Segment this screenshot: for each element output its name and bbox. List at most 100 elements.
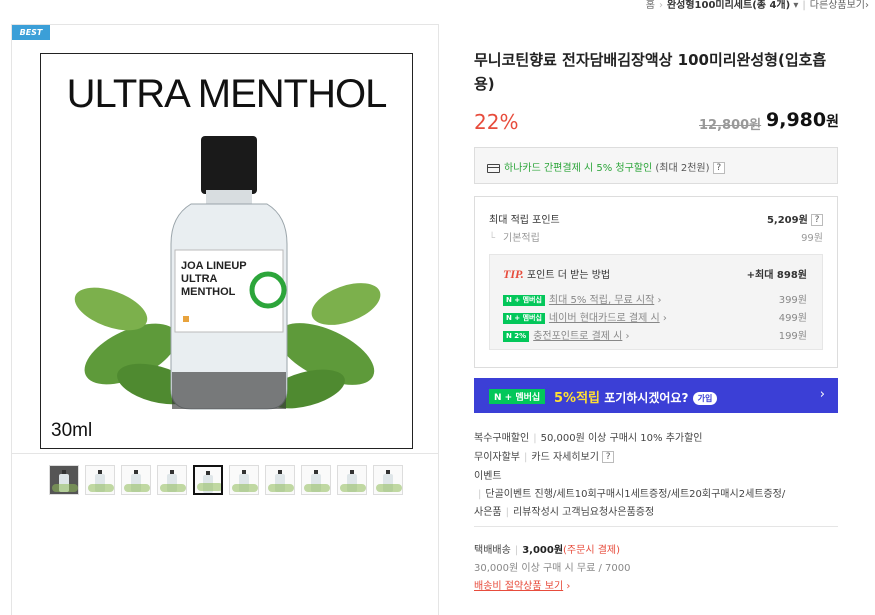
thumbnail-leaf: [160, 484, 186, 492]
interest-free-label: 무이자할부: [474, 452, 520, 463]
interest-free-row: 무이자할부 | 카드 자세히보기 ?: [474, 448, 615, 463]
shipping-saver-row: 배송비 절약상품 보기 ›: [474, 577, 570, 592]
gift-label: 사은품: [474, 507, 502, 518]
thumbnail-6[interactable]: [229, 465, 259, 495]
card-details-link[interactable]: 카드 자세히보기: [531, 452, 599, 463]
divider: [474, 526, 838, 527]
breadcrumb-home[interactable]: 홈: [646, 0, 655, 11]
sale-price-unit: 원: [826, 114, 839, 130]
banner-message: 포기하시겠어요?: [604, 391, 689, 405]
points-tip-amount: 499원: [778, 313, 807, 324]
bulk-discount-value: 50,000원 이상 구매시 10% 추가할인: [540, 433, 703, 444]
card-promo-box: 하나카드 간편결제 시 5% 청구할인 (최대 2천원) ?: [474, 147, 838, 184]
credit-card-icon: [487, 163, 500, 173]
bulk-discount-label: 복수구매할인: [474, 433, 530, 444]
points-tip-link[interactable]: 네이버 현대카드로 결제 시: [549, 313, 660, 324]
thumbnail-3[interactable]: [121, 465, 151, 495]
bottle-label-line2: MENTHOL: [181, 286, 236, 298]
tip-heading: TIP. 포인트 더 받는 방법: [503, 266, 610, 282]
naver-badge: N + 멤버십: [503, 294, 545, 306]
image-size: 30ml: [51, 420, 93, 441]
points-tip-item[interactable]: N + 멤버십 최대 5% 적립, 무료 시작 › 399원: [503, 291, 807, 306]
image-title: ULTRA MENTHOL: [66, 72, 388, 116]
max-points-label: 최대 적립 포인트: [489, 215, 560, 226]
points-tip-link[interactable]: 최대 5% 적립, 무료 시작: [549, 295, 654, 306]
card-promo-note: (최대 2천원): [655, 163, 710, 174]
shipping-row: 택배배송 | 3,000원(주문시 결제): [474, 545, 621, 556]
naver-membership-banner[interactable]: N + 멤버십 5%적립 포기하시겠어요? 가입 ›: [474, 378, 838, 413]
banner-text: 5%적립 포기하시겠어요? 가입: [554, 387, 718, 406]
points-tip-item[interactable]: N + 멤버십 네이버 현대카드로 결제 시 › 499원: [503, 309, 807, 324]
max-points-row: 최대 적립 포인트 5,209원 ?: [489, 211, 823, 226]
base-points-row: └ 기본적립 99원: [489, 229, 823, 244]
naver-membership-logo: N + 멤버십: [489, 389, 546, 404]
free-shipping-info: 30,000원 이상 구매 시 무료 / 7000: [474, 563, 631, 574]
gift-description: 리뷰작성시 고객님요청사은품증정: [512, 507, 655, 518]
thumbnail-7[interactable]: [265, 465, 295, 495]
tree-branch-icon: └: [489, 233, 496, 244]
other-products-link[interactable]: 다른상품보기: [810, 0, 865, 11]
points-tip-amount: 399원: [778, 295, 807, 306]
product-main-image[interactable]: ULTRA MENTHOL JOA LINEUP ULTRA MENTHOL 3…: [40, 53, 413, 449]
event-label: 이벤트: [474, 471, 502, 482]
thumbnail-1[interactable]: [49, 465, 79, 495]
points-box: 최대 적립 포인트 5,209원 ? └ 기본적립 99원 TIP. 포인트 더 …: [474, 196, 838, 368]
points-tip-item[interactable]: N 2% 충전포인트로 결제 시 › 199원: [503, 327, 807, 342]
discount-rate: 22%: [474, 110, 519, 134]
chevron-right-icon: ›: [566, 581, 571, 592]
help-icon[interactable]: ?: [811, 214, 823, 226]
thumbnail-4[interactable]: [157, 465, 187, 495]
chevron-right-icon: ›: [865, 0, 869, 11]
shipping-saver-link[interactable]: 배송비 절약상품 보기: [474, 581, 563, 592]
product-title: 무니코틴향료 전자담배김장액상 100미리완성형(입호흡용): [474, 51, 827, 93]
points-tip-amount: 199원: [778, 331, 807, 342]
shipping-price: 3,000원: [522, 545, 564, 556]
banner-highlight: 5%적립: [554, 391, 600, 406]
chevron-right-icon: ›: [657, 295, 662, 306]
shipping-note: (주문시 결제): [563, 545, 621, 556]
breadcrumb: 홈 › 완성형100미리세트(총 4개) ▾ | 다른상품보기›: [645, 0, 869, 11]
event-line-1: | 단골이벤트 진행/세트10회구매시1세트증정/세트20회구매시2세트증정/: [478, 489, 786, 500]
points-tip-box: TIP. 포인트 더 받는 방법 +최대 898원 N + 멤버십 최대 5% 적…: [489, 254, 823, 350]
help-icon[interactable]: ?: [602, 451, 615, 463]
card-promo-text: 하나카드 간편결제 시 5% 청구할인: [504, 163, 653, 174]
tip-text: 포인트 더 받는 방법: [526, 270, 611, 281]
help-icon[interactable]: ?: [712, 162, 725, 174]
thumbnail-5[interactable]: [193, 465, 223, 495]
thumbnail-strip: [49, 465, 403, 495]
divider: [12, 453, 438, 454]
sale-price: 9,980원: [766, 109, 839, 131]
base-points-value: 99원: [801, 233, 823, 244]
tip-max: +최대 898원: [746, 270, 807, 281]
thumbnail-10[interactable]: [373, 465, 403, 495]
bottle-label-line1: ULTRA: [181, 273, 218, 285]
thumbnail-leaf: [232, 484, 258, 492]
chevron-right-icon: ›: [819, 387, 825, 402]
thumbnail-9[interactable]: [337, 465, 367, 495]
best-badge: BEST: [12, 25, 50, 40]
bottle-label-brand: JOA LINEUP: [181, 260, 247, 272]
thumbnail-8[interactable]: [301, 465, 331, 495]
naver-badge: N + 멤버십: [503, 312, 545, 324]
base-points-label: 기본적립: [503, 233, 540, 244]
breadcrumb-category[interactable]: 완성형100미리세트(총 4개): [667, 0, 790, 11]
thumbnail-leaf: [124, 484, 150, 492]
thumbnail-leaf: [88, 484, 114, 492]
thumbnail-leaf: [304, 484, 330, 492]
chevron-down-icon[interactable]: ▾: [793, 0, 798, 11]
event-line-2: 사은품 | 리뷰작성시 고객님요청사은품증정: [474, 507, 655, 518]
sale-price-number: 9,980: [766, 109, 827, 131]
original-price: 12,800원: [699, 118, 762, 133]
chevron-right-icon: ›: [625, 331, 630, 342]
points-tip-link[interactable]: 충전포인트로 결제 시: [533, 331, 622, 342]
banner-pill: 가입: [692, 392, 718, 405]
naver-badge: N 2%: [503, 330, 530, 342]
bulk-discount-row: 복수구매할인 | 50,000원 이상 구매시 10% 추가할인: [474, 433, 703, 444]
thumbnail-leaf: [52, 484, 78, 492]
product-gallery: BEST ULTRA MENTHOL JOA LINEUP ULTRA MENT…: [11, 24, 439, 615]
thumbnail-leaf: [197, 483, 221, 491]
thumbnail-leaf: [376, 484, 402, 492]
thumbnail-2[interactable]: [85, 465, 115, 495]
thumbnail-leaf: [340, 484, 366, 492]
chevron-right-icon: ›: [662, 313, 667, 324]
